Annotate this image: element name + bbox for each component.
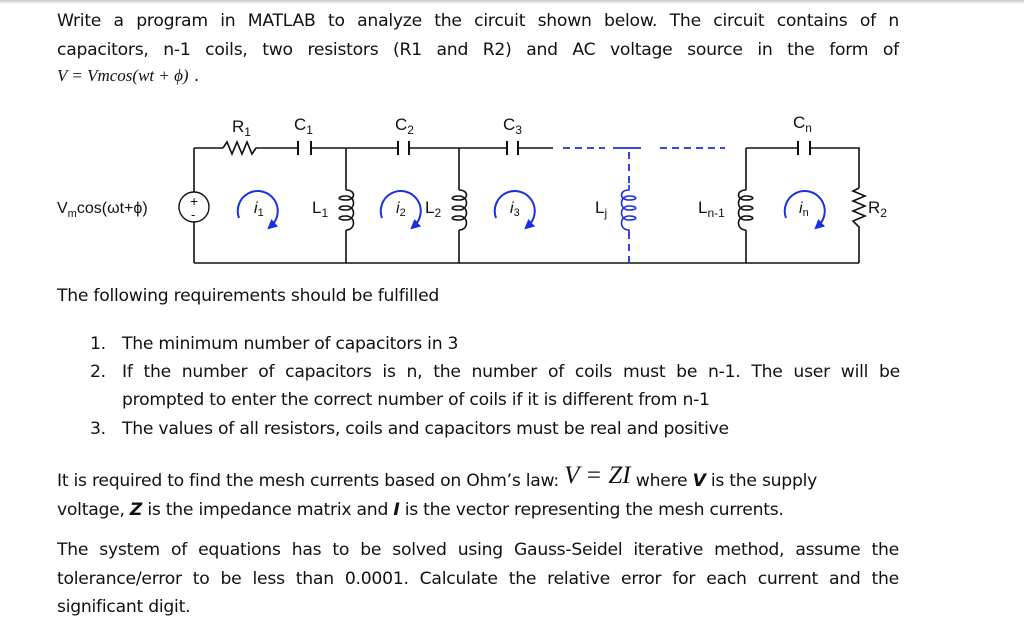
label-r1: R1 [232,117,251,139]
symbol-v: V [692,471,706,491]
coil-l2 [451,189,468,231]
label-l2: L2 [425,198,441,220]
circuit-diagram: + - Vmcos(ωt+ϕ) R1 C1 C2 C3 Cn L1 L2 Lj … [57,113,887,264]
intro-line-2: capacitors, n-1 coils, two resistors (R1… [57,39,899,60]
coil-ln1 [737,189,754,231]
requirement-text: The minimum number of capacitors in 3 [122,334,459,354]
formula-eq: = [67,66,88,85]
requirement-item: 1. The minimum number of capacitors in 3 [90,330,900,358]
requirement-text: The values of all resistors, coils and c… [122,418,729,439]
label-ln1: Ln-1 [698,198,725,220]
ohm-line-2: voltage, Z is the impedance matrix and I… [57,499,784,520]
formula-lhs: V [57,66,68,85]
label-i2: i2 [396,200,406,219]
ohm-paragraph: It is required to find the mesh currents… [57,462,899,524]
requirement-number: 3. [90,418,106,439]
formula-cos: cos [109,66,133,85]
label-lj: Lj [595,198,607,220]
method-line-3: significant digit. [57,597,191,617]
requirement-number: 2. [90,362,106,383]
method-line-1: The system of equations has to be solved… [57,540,899,560]
label-l1: L1 [312,198,328,220]
coil-lj [620,185,637,232]
requirements-heading: The following requirements should be ful… [57,286,440,306]
method-line-2: tolerance/error to be less than 0.0001. … [57,568,899,589]
label-c2: C2 [395,115,414,137]
label-r2: R2 [868,198,887,220]
coil-l1 [338,189,355,231]
label-c3: C3 [503,115,522,137]
requirement-item: 3. The values of all resistors, coils an… [90,415,900,443]
label-in: in [799,200,809,219]
label-c1: C1 [294,115,313,137]
resistor-r1 [222,139,298,157]
ohm-equation: V = ZI [564,462,631,489]
requirement-number: 1. [90,334,106,354]
requirement-item: 2. If the number of capacitors is n, the… [90,358,900,414]
label-i1: i1 [254,200,264,219]
requirement-text: If the number of capacitors is n, the nu… [122,362,900,383]
formula-phi: ϕ [174,66,183,85]
wire-cn-right [810,147,860,188]
requirements-list: 1. The minimum number of capacitors in 3… [90,330,900,443]
ohm-line-1: It is required to find the mesh currents… [57,462,818,491]
symbol-z: Z [129,499,143,520]
intro-line-1: Write a program in MATLAB to analyze the… [57,11,899,31]
formula-end: . [188,66,200,86]
voltage-formula: V = Vmcos(wt + ϕ) . [57,64,899,88]
method-paragraph: The system of equations has to be solved… [57,536,899,622]
formula-arg: (wt + [132,66,175,85]
label-i3: i3 [510,200,520,219]
requirement-text-cont: prompted to enter the correct number of … [122,390,710,411]
label-cn: Cn [793,113,812,135]
window-top-edge [0,0,1024,4]
source-label: Vmcos(ωt+ϕ) [57,200,148,220]
intro-paragraph: Write a program in MATLAB to analyze the… [57,7,899,88]
formula-vm: Vm [87,66,110,85]
resistor-r2 [850,187,868,263]
source-minus: - [191,207,195,222]
